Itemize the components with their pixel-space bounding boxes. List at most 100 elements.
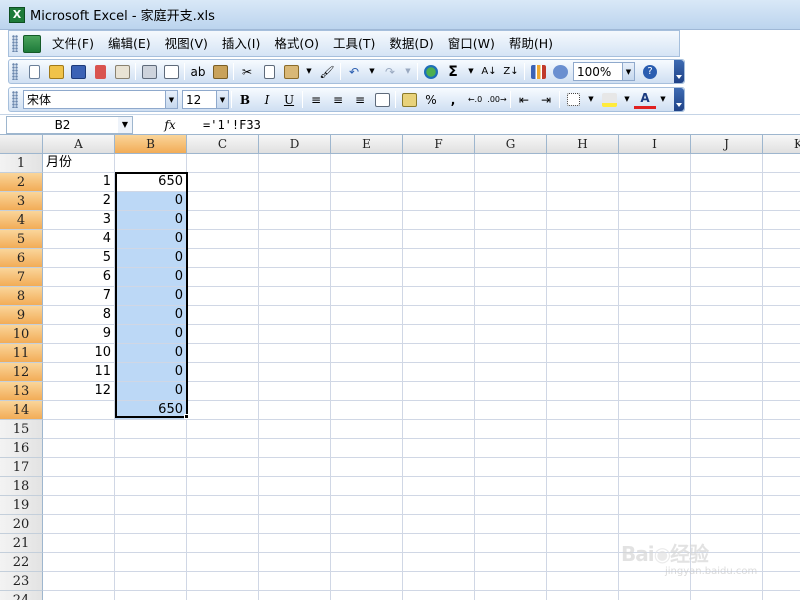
cell-d19[interactable] bbox=[259, 496, 331, 515]
cell-f20[interactable] bbox=[403, 515, 475, 534]
cell-h14[interactable] bbox=[547, 401, 619, 420]
cell-a5[interactable]: 4 bbox=[43, 230, 115, 249]
column-header-k[interactable]: K bbox=[763, 135, 800, 154]
cell-j14[interactable] bbox=[691, 401, 763, 420]
row-header-1[interactable]: 1 bbox=[0, 154, 43, 173]
name-box[interactable]: B2 ▼ bbox=[6, 115, 133, 134]
cell-a23[interactable] bbox=[43, 572, 115, 591]
cell-a17[interactable] bbox=[43, 458, 115, 477]
cell-f8[interactable] bbox=[403, 287, 475, 306]
cell-a1[interactable]: 月份 bbox=[43, 154, 115, 173]
cell-h3[interactable] bbox=[547, 192, 619, 211]
help-icon[interactable]: ? bbox=[639, 61, 661, 82]
column-header-a[interactable]: A bbox=[43, 135, 115, 154]
cell-i24[interactable] bbox=[619, 591, 691, 600]
row-header-18[interactable]: 18 bbox=[0, 477, 43, 496]
cell-j19[interactable] bbox=[691, 496, 763, 515]
column-header-b[interactable]: B bbox=[115, 135, 187, 154]
cell-d5[interactable] bbox=[259, 230, 331, 249]
fill-handle[interactable] bbox=[184, 414, 189, 419]
cell-g19[interactable] bbox=[475, 496, 547, 515]
column-header-c[interactable]: C bbox=[187, 135, 259, 154]
menu-window[interactable]: 窗口(W) bbox=[441, 31, 502, 56]
cell-i7[interactable] bbox=[619, 268, 691, 287]
cell-a3[interactable]: 2 bbox=[43, 192, 115, 211]
cell-j13[interactable] bbox=[691, 382, 763, 401]
cell-f13[interactable] bbox=[403, 382, 475, 401]
cell-c8[interactable] bbox=[187, 287, 259, 306]
redo-dropdown-icon[interactable]: ▼ bbox=[401, 61, 415, 82]
cell-j22[interactable] bbox=[691, 553, 763, 572]
cell-d18[interactable] bbox=[259, 477, 331, 496]
cell-k18[interactable] bbox=[763, 477, 800, 496]
cell-g7[interactable] bbox=[475, 268, 547, 287]
cell-a11[interactable]: 10 bbox=[43, 344, 115, 363]
cell-b7[interactable]: 0 bbox=[115, 268, 187, 287]
cell-j16[interactable] bbox=[691, 439, 763, 458]
row-header-6[interactable]: 6 bbox=[0, 249, 43, 268]
cell-k23[interactable] bbox=[763, 572, 800, 591]
cell-a14[interactable] bbox=[43, 401, 115, 420]
format-painter-icon[interactable]: 🖌 bbox=[316, 61, 338, 82]
cell-a16[interactable] bbox=[43, 439, 115, 458]
cell-f1[interactable] bbox=[403, 154, 475, 173]
email-icon[interactable] bbox=[111, 61, 133, 82]
cell-e22[interactable] bbox=[331, 553, 403, 572]
cell-j5[interactable] bbox=[691, 230, 763, 249]
cell-e1[interactable] bbox=[331, 154, 403, 173]
cell-j24[interactable] bbox=[691, 591, 763, 600]
cell-e6[interactable] bbox=[331, 249, 403, 268]
column-header-f[interactable]: F bbox=[403, 135, 475, 154]
cell-f7[interactable] bbox=[403, 268, 475, 287]
cell-a22[interactable] bbox=[43, 553, 115, 572]
cell-f6[interactable] bbox=[403, 249, 475, 268]
cell-f11[interactable] bbox=[403, 344, 475, 363]
cell-j7[interactable] bbox=[691, 268, 763, 287]
cell-g15[interactable] bbox=[475, 420, 547, 439]
cell-a24[interactable] bbox=[43, 591, 115, 600]
row-header-10[interactable]: 10 bbox=[0, 325, 43, 344]
cell-h17[interactable] bbox=[547, 458, 619, 477]
cell-j21[interactable] bbox=[691, 534, 763, 553]
row-header-23[interactable]: 23 bbox=[0, 572, 43, 591]
cell-k19[interactable] bbox=[763, 496, 800, 515]
bold-button[interactable]: B bbox=[234, 89, 256, 110]
cell-d12[interactable] bbox=[259, 363, 331, 382]
toolbar-grip[interactable] bbox=[12, 63, 18, 80]
cell-c24[interactable] bbox=[187, 591, 259, 600]
cell-d17[interactable] bbox=[259, 458, 331, 477]
row-header-8[interactable]: 8 bbox=[0, 287, 43, 306]
toolbar-grip[interactable] bbox=[12, 91, 18, 108]
cell-b5[interactable]: 0 bbox=[115, 230, 187, 249]
cell-g4[interactable] bbox=[475, 211, 547, 230]
cell-b3[interactable]: 0 bbox=[115, 192, 187, 211]
cell-f16[interactable] bbox=[403, 439, 475, 458]
font-size-combo[interactable]: 12 ▼ bbox=[182, 90, 229, 109]
row-header-13[interactable]: 13 bbox=[0, 382, 43, 401]
redo-icon[interactable]: ↷ bbox=[379, 61, 401, 82]
row-header-14[interactable]: 14 bbox=[0, 401, 43, 420]
row-header-11[interactable]: 11 bbox=[0, 344, 43, 363]
chart-wizard-icon[interactable] bbox=[527, 61, 549, 82]
cell-j18[interactable] bbox=[691, 477, 763, 496]
cell-h12[interactable] bbox=[547, 363, 619, 382]
comma-style-button[interactable]: , bbox=[442, 89, 464, 110]
cell-a8[interactable]: 7 bbox=[43, 287, 115, 306]
sort-descending-icon[interactable]: Z↓ bbox=[500, 61, 522, 82]
cell-h9[interactable] bbox=[547, 306, 619, 325]
cell-e21[interactable] bbox=[331, 534, 403, 553]
cell-c19[interactable] bbox=[187, 496, 259, 515]
cell-j11[interactable] bbox=[691, 344, 763, 363]
cell-i2[interactable] bbox=[619, 173, 691, 192]
row-header-7[interactable]: 7 bbox=[0, 268, 43, 287]
cell-f19[interactable] bbox=[403, 496, 475, 515]
cell-a2[interactable]: 1 bbox=[43, 173, 115, 192]
cell-b21[interactable] bbox=[115, 534, 187, 553]
spelling-icon[interactable]: ab bbox=[187, 61, 209, 82]
cell-i17[interactable] bbox=[619, 458, 691, 477]
cell-b23[interactable] bbox=[115, 572, 187, 591]
cell-g14[interactable] bbox=[475, 401, 547, 420]
cell-a7[interactable]: 6 bbox=[43, 268, 115, 287]
cell-i18[interactable] bbox=[619, 477, 691, 496]
font-name-combo[interactable]: 宋体 ▼ bbox=[23, 90, 178, 109]
